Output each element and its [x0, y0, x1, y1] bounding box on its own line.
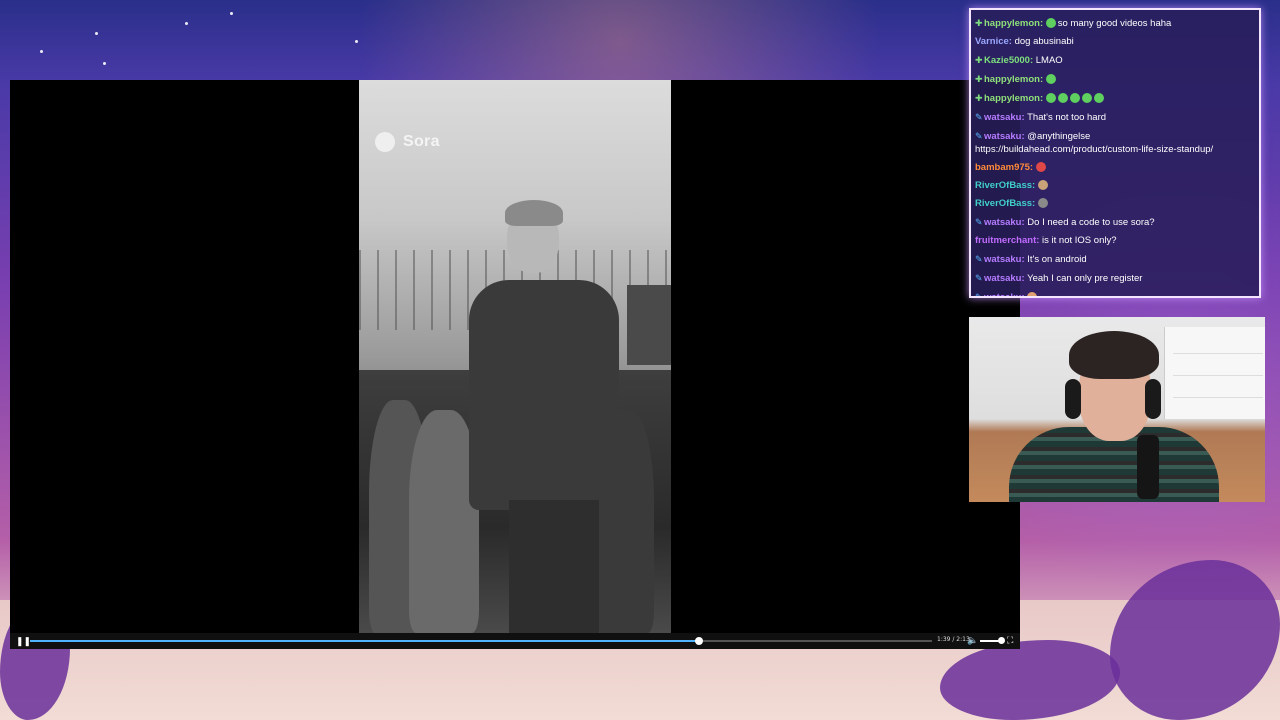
chat-message: bambam975:	[975, 159, 1259, 177]
chat-username[interactable]: Kazie5000:	[984, 55, 1033, 66]
sub-badge-icon: ✎	[975, 217, 983, 227]
chat-emote-icon	[1045, 18, 1056, 29]
chat-panel: ✚happylemon: so many good videos haha Var…	[969, 8, 1261, 298]
video-watchtower	[627, 285, 671, 365]
chat-username[interactable]: happylemon:	[984, 74, 1043, 85]
video-speaker-coat	[469, 280, 619, 510]
chat-message: ✚happylemon:	[975, 70, 1259, 89]
sora-watermark: Sora	[375, 132, 440, 152]
chat-username[interactable]: watsaku:	[984, 292, 1025, 296]
sora-logo-icon	[375, 132, 395, 152]
sub-badge-icon: ✎	[975, 112, 983, 122]
chat-emote-icon	[1037, 180, 1048, 191]
chat-username[interactable]: watsaku:	[984, 131, 1025, 142]
chat-emote-icon	[1057, 93, 1068, 104]
progress-bar[interactable]	[30, 637, 932, 645]
sub-badge-icon: ✎	[975, 131, 983, 141]
chat-username[interactable]: Varnice:	[975, 36, 1012, 47]
time-display: 1:39 / 2:13	[937, 636, 970, 643]
volume-icon[interactable]: 🔈	[967, 635, 978, 646]
chat-username[interactable]: RiverOfBass:	[975, 180, 1035, 191]
chat-username[interactable]: RiverOfBass:	[975, 198, 1035, 209]
progress-fill	[30, 640, 700, 642]
fullscreen-icon[interactable]: ⛶	[1007, 635, 1013, 646]
sub-badge-icon: ✎	[975, 254, 983, 264]
chat-message: RiverOfBass:	[975, 177, 1259, 195]
chat-username[interactable]: bambam975:	[975, 162, 1033, 173]
chat-message: Varnice: dog abusinabi	[975, 33, 1259, 51]
chat-message-list: ✚happylemon: so many good videos haha Var…	[975, 14, 1259, 298]
chat-message-text: LMAO	[1035, 55, 1063, 66]
chat-message: ✚happylemon: so many good videos haha	[975, 14, 1259, 33]
chat-message: ✎watsaku: @anythingelse https://buildahe…	[975, 127, 1259, 159]
chat-emote-icon	[1035, 162, 1046, 173]
webcam-feed	[969, 317, 1265, 502]
chat-message: ✎watsaku: Yeah I can only pre register	[975, 269, 1259, 288]
chat-message-text: Yeah I can only pre register	[1027, 273, 1143, 284]
chat-message: ✚happylemon:	[975, 89, 1259, 108]
chat-username[interactable]: happylemon:	[984, 18, 1043, 29]
video-speaker-hair	[505, 200, 563, 226]
chat-username[interactable]: watsaku:	[984, 254, 1025, 265]
chat-emote-icon	[1037, 198, 1048, 209]
chat-username[interactable]: fruitmerchant:	[975, 235, 1039, 246]
chat-emote-icon	[1027, 292, 1038, 296]
chat-emote-icon	[1045, 93, 1056, 104]
vip-badge-icon: ✚	[975, 74, 983, 84]
chat-message: ✎watsaku: It's on android	[975, 250, 1259, 269]
chat-message-text: It's on android	[1027, 254, 1087, 265]
chat-emote-icon	[1069, 93, 1080, 104]
chat-message: RiverOfBass:	[975, 195, 1259, 213]
progress-scrubber[interactable]	[695, 637, 704, 645]
sora-watermark-text: Sora	[403, 133, 440, 150]
chat-emote-icon	[1045, 74, 1056, 85]
chat-message: ✎watsaku:	[975, 288, 1259, 298]
chat-message-text: dog abusinabi	[1014, 36, 1074, 47]
chat-emote-icon	[1093, 93, 1104, 104]
chat-username[interactable]: watsaku:	[984, 217, 1025, 228]
chat-username[interactable]: watsaku:	[984, 112, 1025, 123]
chat-message-text: is it not IOS only?	[1042, 235, 1117, 246]
chat-message-text: That's not too hard	[1027, 112, 1107, 123]
chat-message: ✚Kazie5000: LMAO	[975, 51, 1259, 70]
chat-emote-icon	[1081, 93, 1092, 104]
microphone	[1137, 435, 1159, 499]
vip-badge-icon: ✚	[975, 55, 983, 65]
chat-message-text: Do I need a code to use sora?	[1027, 217, 1155, 228]
webcam-dresser	[1164, 327, 1265, 419]
chat-message-text: so many good videos haha	[1057, 18, 1172, 29]
chat-message: ✎watsaku: Do I need a code to use sora?	[975, 213, 1259, 232]
chat-username[interactable]: happylemon:	[984, 93, 1043, 104]
chat-message: ✎watsaku: That's not too hard	[975, 108, 1259, 127]
headphone-left	[1065, 379, 1081, 419]
streamer-hair	[1069, 331, 1159, 379]
chat-username[interactable]: watsaku:	[984, 273, 1025, 284]
volume-knob[interactable]	[998, 637, 1005, 644]
vip-badge-icon: ✚	[975, 93, 983, 103]
video-frame: Sora	[359, 80, 671, 633]
video-player[interactable]: Sora ❚❚ 1:39 / 2:13 🔈 ⛶	[10, 80, 1020, 649]
sub-badge-icon: ✎	[975, 273, 983, 283]
pause-icon[interactable]: ❚❚	[16, 636, 31, 646]
sub-badge-icon: ✎	[975, 292, 983, 298]
video-speaker-legs	[509, 500, 599, 633]
player-controls: ❚❚ 1:39 / 2:13 🔈 ⛶	[10, 633, 1020, 649]
chat-message: fruitmerchant: is it not IOS only?	[975, 232, 1259, 250]
headphone-right	[1145, 379, 1161, 419]
vip-badge-icon: ✚	[975, 18, 983, 28]
